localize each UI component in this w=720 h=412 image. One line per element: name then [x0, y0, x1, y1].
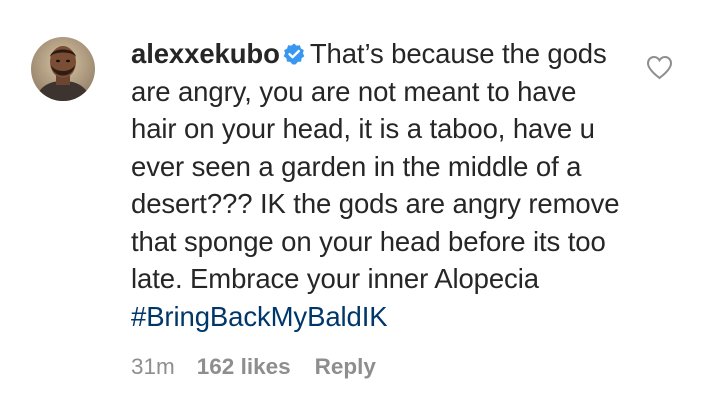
username-link[interactable]: alexxekubo: [131, 38, 280, 69]
heart-outline-icon[interactable]: [646, 55, 673, 80]
avatar[interactable]: [31, 37, 95, 101]
likes-count-button[interactable]: 162 likes: [197, 353, 291, 381]
comment: alexxekubo That’s because the gods are an…: [0, 0, 720, 412]
hashtag-link[interactable]: #BringBackMyBaldIK: [131, 301, 388, 332]
comment-body: alexxekubo That’s because the gods are an…: [131, 35, 621, 335]
timestamp[interactable]: 31m: [131, 353, 175, 381]
reply-button[interactable]: Reply: [315, 353, 376, 381]
avatar-image: [31, 37, 95, 101]
comment-text: That’s because the gods are angry, you a…: [131, 38, 620, 294]
verified-badge-icon: [283, 43, 305, 65]
comment-meta: 31m 162 likes Reply: [131, 353, 376, 381]
